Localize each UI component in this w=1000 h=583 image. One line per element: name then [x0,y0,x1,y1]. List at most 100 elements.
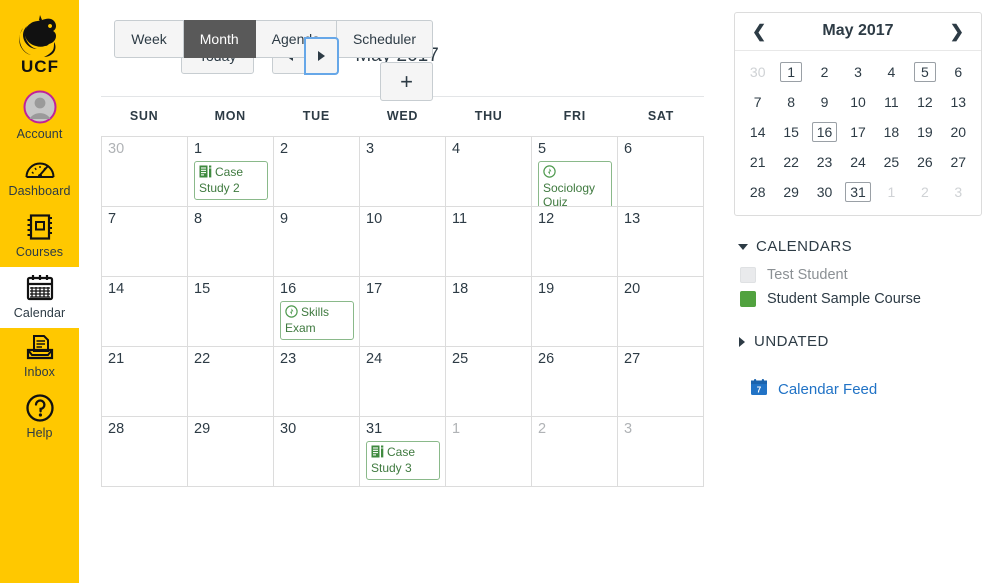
mini-calendar-day-3[interactable]: 3 [841,57,874,87]
day-cell-26[interactable]: 26 [532,347,618,417]
dow-fri: FRI [563,109,586,123]
day-cell-1[interactable]: 1 Case Study 2 [188,137,274,207]
mini-calendar-day-30[interactable]: 30 [808,177,841,207]
mini-calendar-day-26[interactable]: 26 [908,147,941,177]
sidebar-item-calendar[interactable]: Calendar [0,267,79,328]
day-cell-30[interactable]: 30 [274,417,360,487]
mini-calendar-day-28[interactable]: 28 [741,177,774,207]
calendar-event[interactable]: Sociology Quiz [538,161,612,206]
day-cell-23[interactable]: 23 [274,347,360,417]
mini-calendar-day-22[interactable]: 22 [774,147,807,177]
day-cell-2[interactable]: 2 [532,417,618,487]
mini-calendar-day-12[interactable]: 12 [908,87,941,117]
mini-calendar-day-7[interactable]: 7 [741,87,774,117]
undated-section-header[interactable]: UNDATED [734,333,982,350]
day-cell-7[interactable]: 7 [102,207,188,277]
mini-calendar-day-30[interactable]: 30 [741,57,774,87]
ucf-logo[interactable]: UCF [0,0,79,84]
add-event-button[interactable]: + [380,62,433,101]
day-cell-20[interactable]: 20 [618,277,704,347]
calendar-event[interactable]: Case Study 3 [366,441,440,480]
mini-calendar-day-24[interactable]: 24 [841,147,874,177]
day-cell-25[interactable]: 25 [446,347,532,417]
mini-calendar-day-29[interactable]: 29 [774,177,807,207]
mini-calendar-day-11[interactable]: 11 [875,87,908,117]
calendar-checkbox-student-sample-course[interactable] [740,291,756,307]
day-cell-27[interactable]: 27 [618,347,704,417]
day-cell-30[interactable]: 30 [102,137,188,207]
mini-calendar-day-2[interactable]: 2 [908,177,941,207]
day-cell-6[interactable]: 6 [618,137,704,207]
undated-section-title: UNDATED [754,333,829,350]
mini-prev-month-button[interactable]: ❮ [749,23,769,40]
mini-calendar-day-13[interactable]: 13 [942,87,975,117]
mini-calendar-day-19[interactable]: 19 [908,117,941,147]
sidebar-item-inbox[interactable]: Inbox [0,328,79,387]
tab-week[interactable]: Week [114,20,184,58]
day-cell-28[interactable]: 28 [102,417,188,487]
day-cell-3[interactable]: 3 [618,417,704,487]
mini-calendar-day-14[interactable]: 14 [741,117,774,147]
calendars-section-header[interactable]: CALENDARS [734,238,982,255]
sidebar-item-courses[interactable]: Courses [0,206,79,267]
day-cell-14[interactable]: 14 [102,277,188,347]
day-number: 3 [366,141,375,157]
mini-calendar-day-6[interactable]: 6 [942,57,975,87]
day-cell-22[interactable]: 22 [188,347,274,417]
day-cell-1[interactable]: 1 [446,417,532,487]
sidebar-item-help[interactable]: Help [0,387,79,448]
calendar-sidebar: ❮ May 2017 ❯ 30 1 2 3 4 5 6 7 8 9 10 11 12 13 14 15 16 17… [724,0,1000,583]
calendar-event[interactable]: Skills Exam [280,301,354,340]
mini-calendar-day-9[interactable]: 9 [808,87,841,117]
day-cell-10[interactable]: 10 [360,207,446,277]
day-cell-5[interactable]: 5 Sociology Quiz [532,137,618,207]
day-cell-4[interactable]: 4 [446,137,532,207]
mini-calendar-day-1[interactable]: 1 [774,57,807,87]
day-cell-21[interactable]: 21 [102,347,188,417]
day-cell-31[interactable]: 31 Case Study 3 [360,417,446,487]
mini-calendar-day-31[interactable]: 31 [841,177,874,207]
day-cell-11[interactable]: 11 [446,207,532,277]
mini-calendar-day-3[interactable]: 3 [942,177,975,207]
mini-calendar-day-5[interactable]: 5 [908,57,941,87]
mini-calendar-day-number: 12 [917,94,933,110]
day-cell-17[interactable]: 17 [360,277,446,347]
day-cell-12[interactable]: 12 [532,207,618,277]
mini-calendar-day-27[interactable]: 27 [942,147,975,177]
day-cell-2[interactable]: 2 [274,137,360,207]
mini-calendar-day-18[interactable]: 18 [875,117,908,147]
next-month-button[interactable] [304,37,340,75]
mini-calendar-day-25[interactable]: 25 [875,147,908,177]
sidebar-item-dashboard[interactable]: Dashboard [0,149,79,206]
day-cell-19[interactable]: 19 [532,277,618,347]
mini-calendar-day-10[interactable]: 10 [841,87,874,117]
day-cell-9[interactable]: 9 [274,207,360,277]
mini-calendar-day-8[interactable]: 8 [774,87,807,117]
day-cell-29[interactable]: 29 [188,417,274,487]
calendar-feed-link[interactable]: 7 Calendar Feed [750,378,982,401]
svg-text:UCF: UCF [21,57,59,76]
mini-calendar-day-2[interactable]: 2 [808,57,841,87]
day-cell-13[interactable]: 13 [618,207,704,277]
day-cell-16[interactable]: 16 Skills Exam [274,277,360,347]
sidebar-item-account[interactable]: Account [0,84,79,149]
mini-calendar-day-16[interactable]: 16 [808,117,841,147]
day-cell-3[interactable]: 3 [360,137,446,207]
day-cell-18[interactable]: 18 [446,277,532,347]
mini-calendar-day-1[interactable]: 1 [875,177,908,207]
day-cell-15[interactable]: 15 [188,277,274,347]
mini-calendar-day-17[interactable]: 17 [841,117,874,147]
mini-calendar-day-20[interactable]: 20 [942,117,975,147]
day-cell-24[interactable]: 24 [360,347,446,417]
mini-calendar-day-21[interactable]: 21 [741,147,774,177]
tab-scheduler[interactable]: Scheduler [336,20,433,58]
mini-calendar-day-15[interactable]: 15 [774,117,807,147]
tab-month[interactable]: Month [183,20,256,58]
mini-next-month-button[interactable]: ❯ [947,23,967,40]
calendar-event[interactable]: Case Study 2 [194,161,268,200]
day-number: 2 [538,421,547,437]
mini-calendar-day-23[interactable]: 23 [808,147,841,177]
mini-calendar-day-4[interactable]: 4 [875,57,908,87]
calendar-checkbox-test-student[interactable] [740,267,756,283]
day-cell-8[interactable]: 8 [188,207,274,277]
